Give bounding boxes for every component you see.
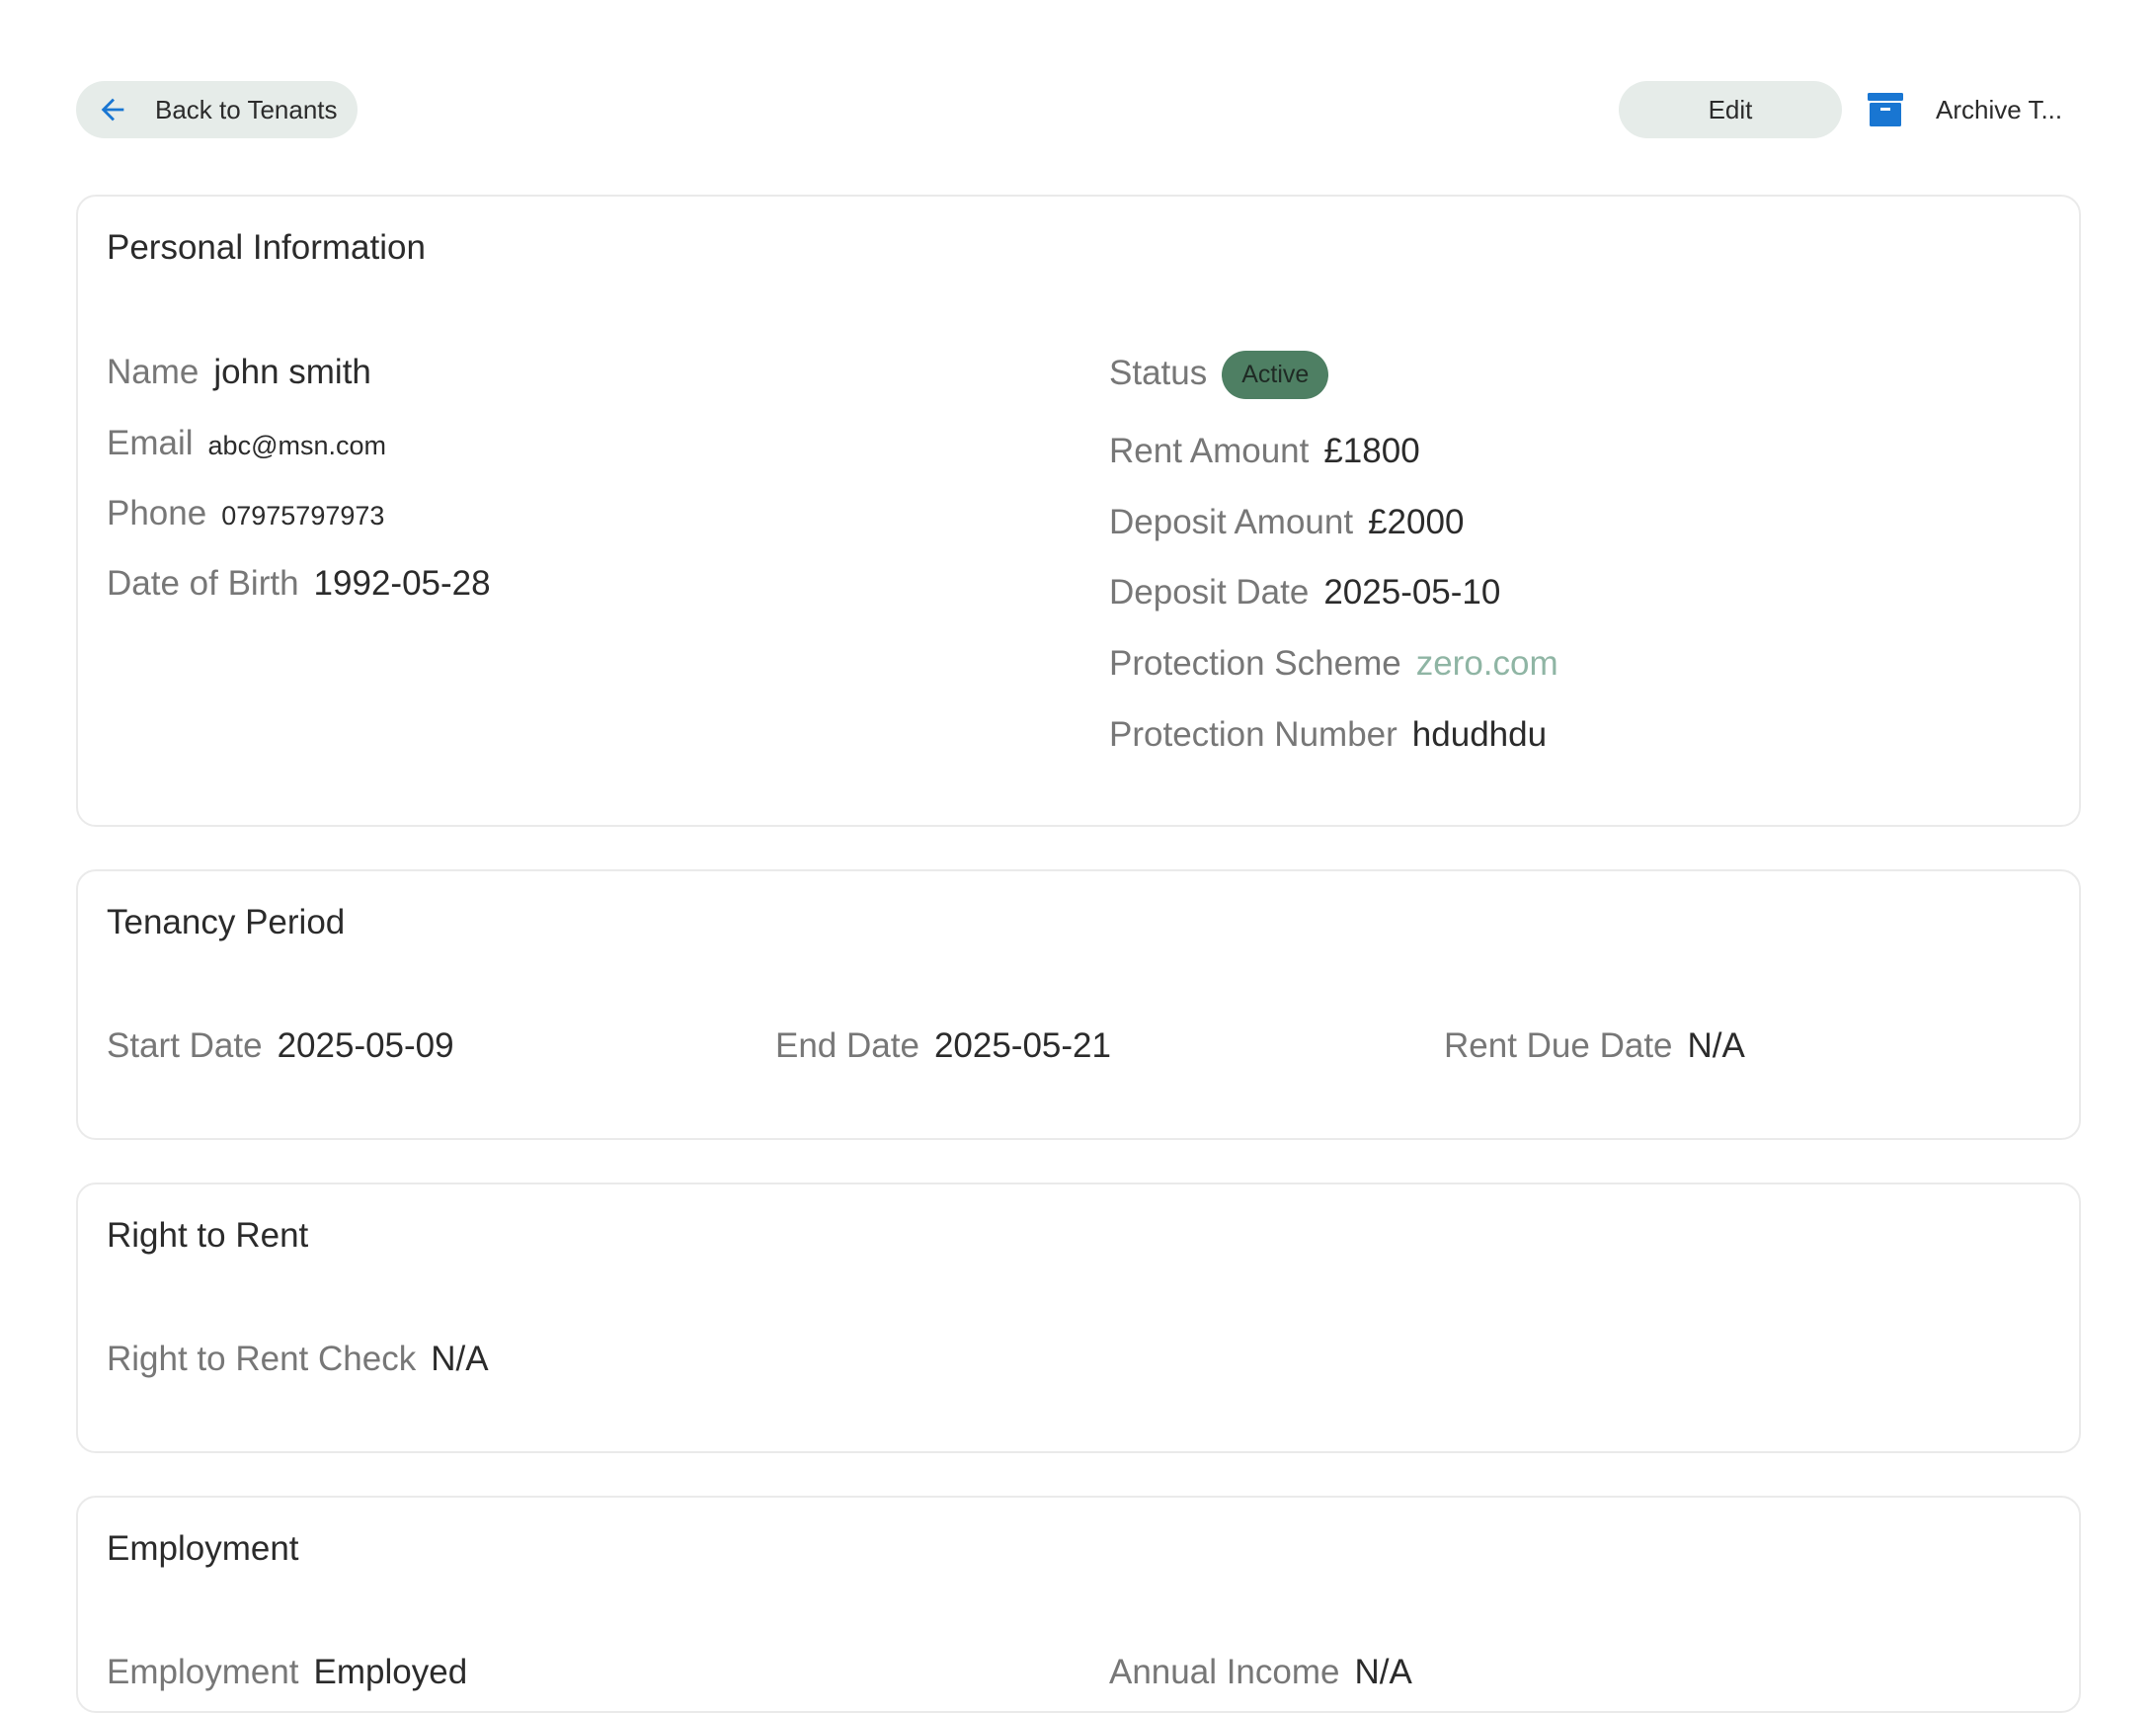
dob-label: Date of Birth [107,564,299,603]
status-label: Status [1109,354,1208,392]
employment-status-label: Employment [107,1653,299,1691]
protection-number-value: hdudhdu [1411,715,1548,754]
deposit-date-value: 2025-05-10 [1323,573,1501,612]
protection-number-label: Protection Number [1109,715,1397,754]
start-date-field: Start Date 2025-05-09 [107,1026,454,1066]
right-to-rent-card: Right to Rent Right to Rent Check N/A [76,1183,2081,1453]
personal-information-card: Personal Information Name john smith Ema… [76,195,2081,827]
rent-due-date-field: Rent Due Date N/A [1444,1026,1745,1066]
rent-amount-value: £1800 [1323,432,1420,470]
tenancy-period-card: Tenancy Period Start Date 2025-05-09 End… [76,869,2081,1140]
tenancy-period-title: Tenancy Period [107,903,346,941]
name-value: john smith [213,353,371,391]
deposit-amount-field: Deposit Amount £2000 [1109,503,1464,542]
right-to-rent-title: Right to Rent [107,1216,309,1255]
right-to-rent-check-field: Right to Rent Check N/A [107,1340,489,1379]
edit-button[interactable]: Edit [1619,81,1842,138]
rent-amount-field: Rent Amount £1800 [1109,432,1420,471]
status-badge: Active [1222,351,1329,399]
arrow-left-icon [101,98,124,122]
end-date-value: 2025-05-21 [933,1026,1111,1065]
phone-label: Phone [107,494,207,532]
right-to-rent-check-label: Right to Rent Check [107,1340,417,1378]
phone-field: Phone 07975797973 [107,494,384,533]
dob-field: Date of Birth 1992-05-28 [107,564,491,604]
rent-due-date-value: N/A [1687,1026,1745,1065]
protection-scheme-field: Protection Scheme zero.com [1109,644,1558,684]
deposit-date-field: Deposit Date 2025-05-10 [1109,573,1500,612]
right-to-rent-check-value: N/A [431,1340,489,1378]
start-date-value: 2025-05-09 [277,1026,454,1065]
deposit-amount-label: Deposit Amount [1109,503,1354,541]
annual-income-value: N/A [1354,1653,1412,1691]
annual-income-field: Annual Income N/A [1109,1653,1412,1692]
deposit-amount-value: £2000 [1368,503,1465,541]
rent-due-date-label: Rent Due Date [1444,1026,1673,1065]
phone-value: 07975797973 [221,501,385,530]
page-toolbar: Back to Tenants Edit Archive T... [0,0,2156,178]
employment-status-field: Employment Employed [107,1653,467,1692]
archive-box-icon[interactable] [1868,93,1903,126]
end-date-label: End Date [775,1026,919,1065]
start-date-label: Start Date [107,1026,263,1065]
employment-title: Employment [107,1529,299,1568]
dob-value: 1992-05-28 [313,564,491,603]
name-label: Name [107,353,200,391]
protection-scheme-label: Protection Scheme [1109,644,1401,683]
protection-number-field: Protection Number hdudhdu [1109,715,1547,755]
email-label: Email [107,424,194,462]
email-value: abc@msn.com [207,431,386,460]
name-field: Name john smith [107,353,371,392]
deposit-date-label: Deposit Date [1109,573,1310,612]
end-date-field: End Date 2025-05-21 [775,1026,1111,1066]
protection-scheme-link[interactable]: zero.com [1416,644,1558,684]
employment-status-value: Employed [313,1653,468,1691]
personal-information-title: Personal Information [107,228,426,267]
employment-card: Employment Employment Employed Annual In… [76,1496,2081,1713]
edit-button-label: Edit [1708,94,1753,124]
back-to-tenants-button[interactable]: Back to Tenants [76,81,358,138]
back-button-label: Back to Tenants [155,94,338,124]
rent-amount-label: Rent Amount [1109,432,1310,470]
annual-income-label: Annual Income [1109,1653,1340,1691]
status-field: Status Active [1109,351,1329,401]
email-field: Email abc@msn.com [107,424,386,463]
archive-tenant-button[interactable]: Archive T... [1936,95,2062,125]
